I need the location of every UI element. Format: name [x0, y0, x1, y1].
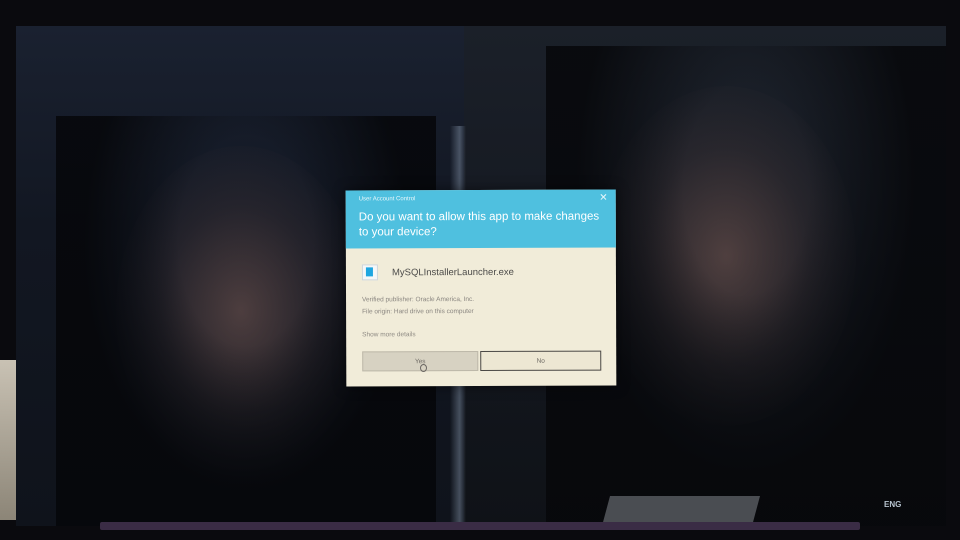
no-button[interactable]: No [480, 350, 602, 372]
show-more-details-link[interactable]: Show more details [362, 331, 416, 338]
file-origin-info: File origin: Hard drive on this computer [362, 308, 474, 316]
mouse-cursor-icon [420, 364, 427, 372]
monitor-bezel [100, 522, 860, 530]
uac-dialog: User Account Control ✕ Do you want to al… [345, 189, 617, 387]
dialog-title: User Account Control [358, 196, 416, 203]
dialog-question: Do you want to allow this app to make ch… [358, 210, 600, 239]
installer-app-icon [361, 264, 378, 281]
uac-header: User Account Control ✕ Do you want to al… [345, 189, 616, 249]
language-indicator[interactable]: ENG [884, 500, 901, 509]
app-row: MySQLInstallerLauncher.exe [361, 263, 514, 282]
publisher-info: Verified publisher: Oracle America, Inc. [362, 296, 475, 304]
app-name: MySQLInstallerLauncher.exe [391, 266, 514, 278]
desk-edge [0, 360, 16, 520]
close-icon[interactable]: ✕ [599, 193, 607, 204]
